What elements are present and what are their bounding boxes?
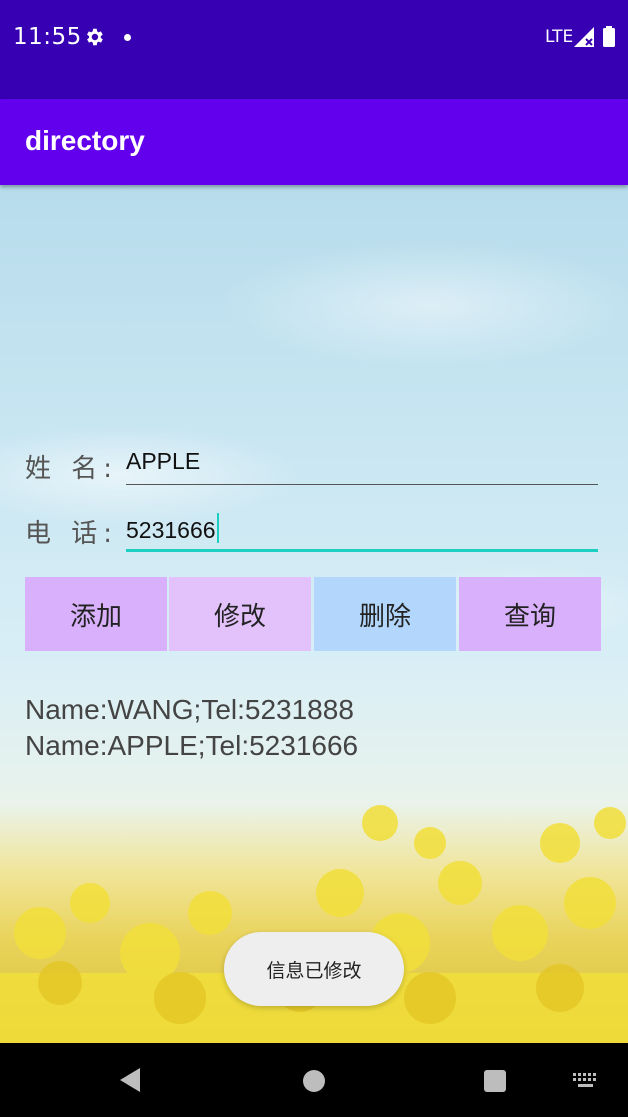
results-list: Name:WANG;Tel:5231888 Name:APPLE;Tel:523… xyxy=(25,692,358,764)
name-input-underline xyxy=(126,484,598,485)
result-item: Name:APPLE;Tel:5231666 xyxy=(25,730,359,761)
result-item: Name:WANG;Tel:5231888 xyxy=(25,694,354,725)
network-label: LTE xyxy=(545,27,574,47)
dot-icon xyxy=(124,34,131,41)
app-title: directory xyxy=(25,125,145,156)
phone-input-value: 5231666 xyxy=(126,517,216,543)
name-input[interactable]: APPLE xyxy=(126,448,598,484)
phone-input-underline xyxy=(126,549,598,552)
add-button[interactable]: 添加 xyxy=(25,577,167,651)
battery-icon xyxy=(603,26,615,47)
background-image: 姓 名: APPLE 电 话: 5231666 添加 修改 删除 查询 Name… xyxy=(0,185,628,1043)
home-icon[interactable] xyxy=(303,1070,325,1092)
app-bar: directory xyxy=(0,99,628,185)
phone-input[interactable]: 5231666 xyxy=(126,513,598,549)
toast-message: 信息已修改 xyxy=(224,932,404,1006)
name-row: 姓 名: APPLE xyxy=(0,440,628,500)
phone-label: 电 话: xyxy=(25,519,119,549)
status-time: 11:55 xyxy=(13,24,82,50)
edit-button[interactable]: 修改 xyxy=(169,577,311,651)
name-label: 姓 名: xyxy=(25,454,119,484)
delete-button[interactable]: 删除 xyxy=(314,577,456,651)
status-bar: 11:55 LTE xyxy=(0,0,628,99)
back-icon[interactable] xyxy=(120,1068,142,1092)
navigation-bar xyxy=(0,1043,628,1117)
text-cursor xyxy=(216,513,219,543)
phone-row: 电 话: 5231666 xyxy=(0,505,628,565)
signal-icon xyxy=(574,27,594,47)
query-button[interactable]: 查询 xyxy=(459,577,601,651)
gear-icon xyxy=(87,28,103,46)
keyboard-icon[interactable] xyxy=(573,1073,599,1089)
recents-icon[interactable] xyxy=(484,1070,506,1092)
